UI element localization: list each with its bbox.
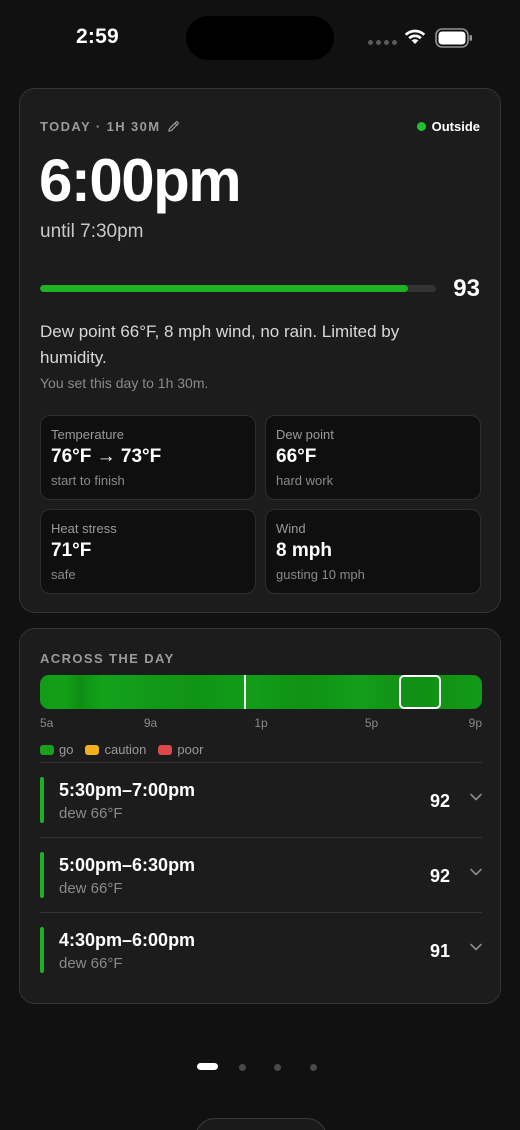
legend-swatch bbox=[85, 744, 100, 755]
selected-window-handle[interactable] bbox=[399, 675, 441, 709]
pencil-icon[interactable] bbox=[167, 120, 180, 133]
page-dot[interactable] bbox=[238, 1064, 246, 1071]
score-bar bbox=[40, 285, 436, 292]
row-accent bbox=[40, 852, 44, 898]
axis-tick: 5p bbox=[364, 716, 379, 730]
legend-label: go bbox=[59, 742, 74, 757]
stat-label: Dew point bbox=[276, 427, 334, 442]
today-card[interactable]: TODAY · 1H 30M Outside 6:00pm until 7:30… bbox=[19, 88, 501, 613]
dynamic-island bbox=[186, 16, 334, 60]
stat-value: 76°F → 73°F bbox=[51, 446, 162, 467]
chevron-down-icon[interactable] bbox=[470, 943, 482, 951]
stat-tile-dew-point: Dew point 66°F hard work bbox=[265, 415, 481, 500]
legend-item-caution: caution bbox=[85, 742, 146, 757]
window-time: 5:00pm–6:30pm bbox=[59, 855, 196, 875]
row-accent bbox=[40, 777, 44, 823]
legend-label: poor bbox=[177, 742, 204, 757]
chevron-down-icon[interactable] bbox=[470, 793, 482, 801]
legend-swatch bbox=[158, 744, 173, 755]
stat-tile-wind: Wind 8 mph gusting 10 mph bbox=[265, 509, 481, 594]
duration-editor[interactable]: TODAY · 1H 30M bbox=[40, 119, 180, 134]
page-indicator[interactable] bbox=[0, 1063, 520, 1071]
signal-dots-icon bbox=[368, 40, 397, 45]
score-bar-fill bbox=[40, 285, 409, 292]
list-item[interactable]: 4:30pm–6:00pm dew 66°F 91 bbox=[40, 912, 482, 987]
axis-tick: 1p bbox=[254, 716, 268, 730]
stat-sub: start to finish bbox=[51, 473, 125, 488]
bottom-action-pill[interactable] bbox=[195, 1118, 327, 1130]
stat-tile-heat-stress: Heat stress 71°F safe bbox=[40, 509, 256, 594]
window-time: 5:30pm–7:00pm bbox=[59, 780, 196, 800]
window-dew: dew 66°F bbox=[59, 880, 123, 897]
window-score: 91 bbox=[429, 941, 450, 961]
stat-value: 71°F bbox=[51, 540, 92, 561]
day-timeline[interactable] bbox=[40, 675, 482, 709]
window-dew: dew 66°F bbox=[59, 955, 123, 972]
end-time: until 7:30pm bbox=[40, 221, 144, 242]
wifi-icon bbox=[404, 29, 426, 44]
location-badge: Outside bbox=[416, 119, 480, 134]
row-accent bbox=[40, 927, 44, 973]
stat-value: 8 mph bbox=[276, 540, 332, 561]
status-time: 2:59 bbox=[76, 25, 119, 48]
axis-tick: 9a bbox=[143, 716, 158, 730]
list-item[interactable]: 5:00pm–6:30pm dew 66°F 92 bbox=[40, 837, 482, 912]
status-dot-icon bbox=[416, 122, 426, 131]
window-dew: dew 66°F bbox=[59, 805, 123, 822]
axis-tick: 9p bbox=[468, 716, 482, 730]
across-the-day-card: ACROSS THE DAY 5a 9a 1p 5p 9p go caution… bbox=[19, 628, 501, 1004]
start-time: 6:00pm bbox=[39, 147, 242, 214]
stat-sub: safe bbox=[51, 567, 76, 582]
window-score: 92 bbox=[429, 866, 450, 886]
stat-value: 66°F bbox=[276, 446, 317, 467]
duration-note: You set this day to 1h 30m. bbox=[40, 375, 209, 391]
window-time: 4:30pm–6:00pm bbox=[59, 930, 196, 950]
window-score: 92 bbox=[429, 791, 450, 811]
today-meta-row: TODAY · 1H 30M Outside bbox=[40, 119, 480, 134]
stat-label: Temperature bbox=[51, 427, 124, 442]
page-dot[interactable] bbox=[196, 1063, 218, 1070]
page-dot[interactable] bbox=[309, 1064, 317, 1071]
stat-label: Wind bbox=[276, 521, 306, 536]
legend-swatch bbox=[40, 744, 54, 755]
chevron-down-icon[interactable] bbox=[470, 868, 482, 876]
legend-item-poor: poor bbox=[158, 742, 203, 757]
stat-sub: hard work bbox=[276, 473, 334, 488]
stat-label: Heat stress bbox=[51, 521, 117, 536]
legend: go caution poor bbox=[40, 742, 203, 757]
page-dot[interactable] bbox=[273, 1064, 281, 1071]
today-duration-label: TODAY · 1H 30M bbox=[40, 119, 161, 134]
conditions-summary: Dew point 66°F, 8 mph wind, no rain. Lim… bbox=[40, 322, 400, 367]
now-marker bbox=[244, 675, 247, 709]
stat-tile-temperature: Temperature 76°F → 73°F start to finish bbox=[40, 415, 256, 500]
status-bar: 2:59 bbox=[0, 0, 520, 76]
battery-icon bbox=[435, 28, 472, 48]
list-item[interactable]: 5:30pm–7:00pm dew 66°F 92 bbox=[40, 762, 482, 837]
axis-tick: 5a bbox=[40, 716, 54, 730]
score-value: 93 bbox=[453, 275, 480, 302]
timeline-axis: 5a 9a 1p 5p 9p bbox=[40, 716, 482, 732]
window-list: 5:30pm–7:00pm dew 66°F 92 5:00pm–6:30pm … bbox=[40, 762, 482, 987]
legend-label: caution bbox=[104, 742, 147, 757]
legend-item-go: go bbox=[40, 742, 73, 757]
stat-sub: gusting 10 mph bbox=[276, 567, 365, 582]
section-title: ACROSS THE DAY bbox=[40, 651, 175, 666]
location-label: Outside bbox=[431, 119, 480, 134]
